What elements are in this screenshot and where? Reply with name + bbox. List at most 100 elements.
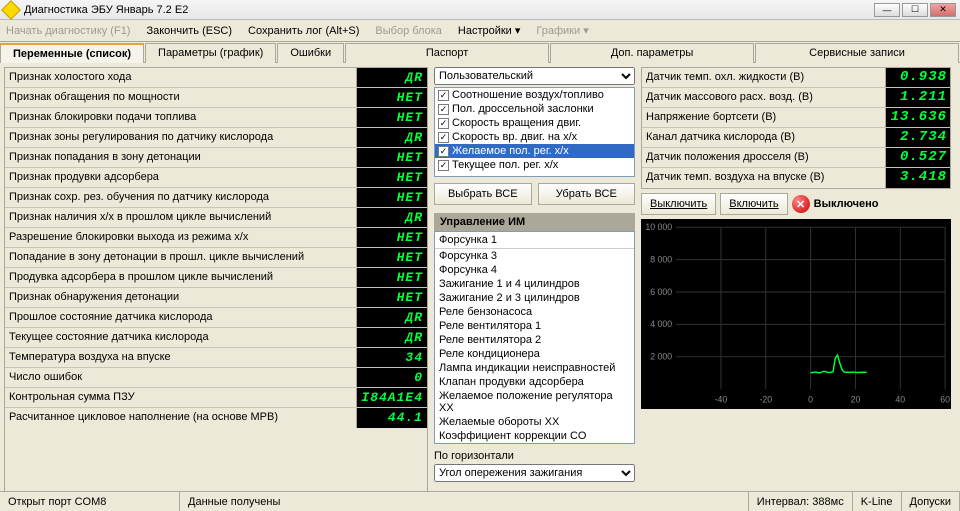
im-option[interactable]: Реле вентилятора 1 [435,319,634,333]
status-access: Допуски [902,492,960,511]
svg-text:2 000: 2 000 [650,352,672,362]
im-option[interactable]: Лампа индикации неисправностей [435,361,634,375]
checkbox-icon[interactable]: ✓ [438,132,449,143]
variable-row[interactable]: Признак сохр. рез. обучения по датчику к… [5,188,427,208]
sensor-row: Канал датчика кислорода (В)2.734 [642,128,950,148]
sensor-value: 1.211 [886,88,950,107]
menu-settings[interactable]: Настройки ▾ [458,24,521,37]
variable-label: Число ошибок [5,368,357,387]
variable-value: 34 [357,348,427,367]
sensor-value: 0.527 [886,148,950,167]
im-option[interactable]: Реле кондиционера [435,347,634,361]
app-icon [1,0,21,19]
im-option[interactable]: Форсунка 3 [435,249,634,263]
sensor-row: Напряжение бортсети (В)13.636 [642,108,950,128]
im-option[interactable]: Зажигание 1 и 4 цилиндров [435,277,634,291]
variable-label: Текущее состояние датчика кислорода [5,328,357,347]
im-option[interactable]: Клапан продувки адсорбера [435,375,634,389]
stop-icon[interactable]: ✕ [792,195,810,213]
variable-row[interactable]: Контрольная сумма ПЗУI84A1E4 [5,388,427,408]
checkbox-icon[interactable]: ✓ [438,118,449,129]
variable-row[interactable]: Прошлое состояние датчика кислородаДR [5,308,427,328]
horizontal-select[interactable]: Угол опережения зажигания [434,464,635,482]
minimize-button[interactable]: — [874,3,900,17]
sensor-label: Канал датчика кислорода (В) [642,128,886,147]
variable-row[interactable]: Разрешение блокировки выхода из режима х… [5,228,427,248]
menubar: Начать диагностику (F1) Закончить (ESC) … [0,20,960,42]
main-tabs: Переменные (список) Параметры (график) О… [0,42,960,62]
variable-row[interactable]: Признак блокировки подачи топливаНЕТ [5,108,427,128]
sensor-label: Датчик массового расх. возд. (В) [642,88,886,107]
variable-label: Признак холостого хода [5,68,357,87]
variable-value: ДR [357,68,427,87]
svg-text:10 000: 10 000 [645,222,672,232]
im-header: Управление ИМ [434,213,635,231]
sensor-value: 3.418 [886,168,950,188]
select-all-button[interactable]: Выбрать ВСЕ [434,183,532,205]
tab-variables[interactable]: Переменные (список) [0,43,144,63]
tab-service[interactable]: Сервисные записи [755,43,959,63]
tab-errors[interactable]: Ошибки [277,43,344,63]
im-option[interactable]: Зажигание 2 и 3 цилиндров [435,291,634,305]
im-dropdown[interactable]: Форсунка 1 Форсунка 3Форсунка 4Зажигание… [434,231,635,444]
variable-row[interactable]: Признак холостого ходаДR [5,68,427,88]
variable-row[interactable]: Признак наличия х/х в прошлом цикле вычи… [5,208,427,228]
checklist-item[interactable]: ✓Соотношение воздух/топливо [435,88,634,102]
checkbox-icon[interactable]: ✓ [438,160,449,171]
tab-params[interactable]: Параметры (график) [145,43,276,63]
checklist-item[interactable]: ✓Скорость вращения двиг. [435,116,634,130]
variable-row[interactable]: Продувка адсорбера в прошлом цикле вычис… [5,268,427,288]
im-option[interactable]: Форсунка 4 [435,263,634,277]
menu-start: Начать диагностику (F1) [6,25,130,37]
checkbox-icon[interactable]: ✓ [438,90,449,101]
variables-list: Признак холостого ходаДRПризнак обгащени… [4,67,428,494]
checklist-item[interactable]: ✓Пол. дроссельной заслонки [435,102,634,116]
window-title: Диагностика ЭБУ Январь 7.2 E2 [24,4,874,16]
checklist-item[interactable]: ✓Текущее пол. рег. х/х [435,158,634,172]
menu-finish[interactable]: Закончить (ESC) [146,25,232,37]
variable-label: Признак сохр. рез. обучения по датчику к… [5,188,357,207]
close-button[interactable]: ✕ [930,3,956,17]
preset-select[interactable]: Пользовательский [434,67,635,85]
variable-row[interactable]: Текущее состояние датчика кислородаДR [5,328,427,348]
menu-save[interactable]: Сохранить лог (Alt+S) [248,25,359,37]
variable-label: Признак обнаружения детонации [5,288,357,307]
im-option[interactable]: Реле вентилятора 2 [435,333,634,347]
checkbox-icon[interactable]: ✓ [438,104,449,115]
svg-text:60: 60 [940,395,950,405]
variable-row[interactable]: Температура воздуха на впуске34 [5,348,427,368]
im-option[interactable]: Реле бензонасоса [435,305,634,319]
tab-passport[interactable]: Паспорт [345,43,549,63]
variable-row[interactable]: Признак зоны регулирования по датчику ки… [5,128,427,148]
variable-label: Признак зоны регулирования по датчику ки… [5,128,357,147]
variable-value: ДR [357,328,427,347]
deselect-all-button[interactable]: Убрать ВСЕ [538,183,636,205]
im-option[interactable]: Коэффициент коррекции CO [435,429,634,443]
im-option[interactable]: Желаемые обороты ХХ [435,415,634,429]
svg-text:-20: -20 [759,395,772,405]
im-option[interactable]: Желаемое положение регулятора ХХ [435,389,634,415]
checklist-item[interactable]: ✓Желаемое пол. рег. х/х [435,144,634,158]
variable-row[interactable]: Попадание в зону детонации в прошл. цикл… [5,248,427,268]
variable-row[interactable]: Признак обнаружения детонацииНЕТ [5,288,427,308]
variable-row[interactable]: Признак продувки адсорбераНЕТ [5,168,427,188]
sensor-label: Датчик положения дросселя (В) [642,148,886,167]
im-off-button[interactable]: Выключить [641,193,716,215]
checkbox-icon[interactable]: ✓ [438,146,449,157]
im-on-button[interactable]: Включить [720,193,787,215]
variable-label: Признак продувки адсорбера [5,168,357,187]
variable-value: НЕТ [357,228,427,247]
checklist-item[interactable]: ✓Скорость вр. двиг. на х/х [435,130,634,144]
variable-row[interactable]: Признак попадания в зону детонацииНЕТ [5,148,427,168]
variable-row[interactable]: Признак обгащения по мощностиНЕТ [5,88,427,108]
svg-text:6 000: 6 000 [650,287,672,297]
param-checklist[interactable]: ✓Соотношение воздух/топливо✓Пол. дроссел… [434,87,635,177]
variable-row[interactable]: Число ошибок0 [5,368,427,388]
status-data: Данные получены [180,492,749,511]
tab-extra[interactable]: Доп. параметры [550,43,754,63]
variable-value: 44.1 [357,408,427,428]
variable-row[interactable]: Расчитанное цикловое наполнение (на осно… [5,408,427,428]
svg-text:40: 40 [895,395,905,405]
statusbar: Открыт порт COM8 Данные получены Интерва… [0,491,960,511]
maximize-button[interactable]: ☐ [902,3,928,17]
